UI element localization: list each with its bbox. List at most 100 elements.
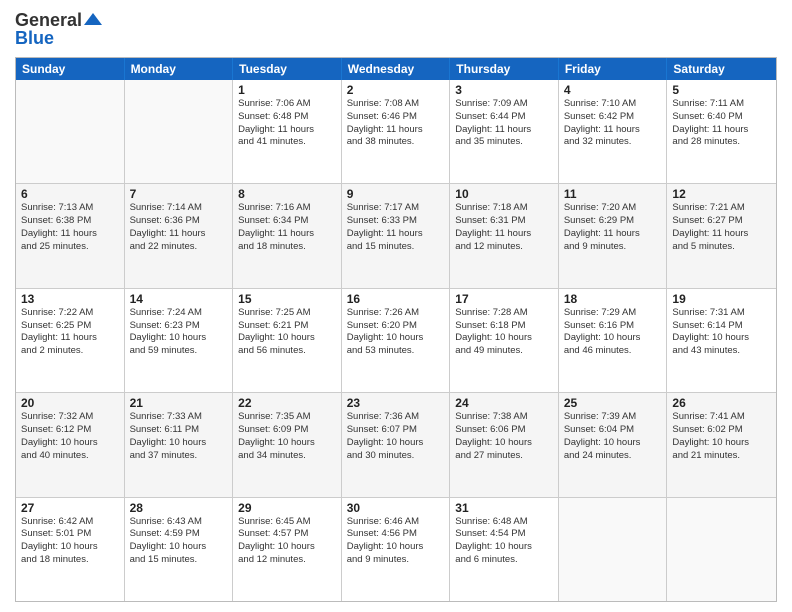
cell-info-line: and 28 minutes. bbox=[672, 136, 771, 149]
cell-info-line: Daylight: 10 hours bbox=[347, 437, 445, 450]
cell-info-line: Sunrise: 6:43 AM bbox=[130, 516, 228, 529]
cell-info-line: Sunset: 6:34 PM bbox=[238, 215, 336, 228]
cell-info-line: Sunset: 6:02 PM bbox=[672, 424, 771, 437]
calendar-cell-3: 3Sunrise: 7:09 AMSunset: 6:44 PMDaylight… bbox=[450, 80, 559, 183]
calendar-cell-29: 29Sunrise: 6:45 AMSunset: 4:57 PMDayligh… bbox=[233, 498, 342, 601]
calendar-cell-11: 11Sunrise: 7:20 AMSunset: 6:29 PMDayligh… bbox=[559, 184, 668, 287]
cell-info-line: Daylight: 11 hours bbox=[347, 124, 445, 137]
day-number: 10 bbox=[455, 187, 553, 201]
cell-info-line: Sunset: 6:42 PM bbox=[564, 111, 662, 124]
cell-info-line: Sunset: 6:36 PM bbox=[130, 215, 228, 228]
day-number: 13 bbox=[21, 292, 119, 306]
cell-info-line: Sunset: 6:11 PM bbox=[130, 424, 228, 437]
cell-info-line: Sunrise: 7:10 AM bbox=[564, 98, 662, 111]
day-number: 14 bbox=[130, 292, 228, 306]
cell-info-line: Sunset: 4:57 PM bbox=[238, 528, 336, 541]
day-header-wednesday: Wednesday bbox=[342, 58, 451, 80]
cell-info-line: and 12 minutes. bbox=[238, 554, 336, 567]
cell-info-line: Daylight: 11 hours bbox=[238, 228, 336, 241]
calendar-cell-empty-4-6 bbox=[667, 498, 776, 601]
cell-info-line: Daylight: 10 hours bbox=[130, 541, 228, 554]
cell-info-line: Sunset: 6:23 PM bbox=[130, 320, 228, 333]
cell-info-line: Sunrise: 7:06 AM bbox=[238, 98, 336, 111]
cell-info-line: and 56 minutes. bbox=[238, 345, 336, 358]
cell-info-line: Daylight: 10 hours bbox=[21, 541, 119, 554]
cell-info-line: and 24 minutes. bbox=[564, 450, 662, 463]
cell-info-line: Daylight: 10 hours bbox=[238, 437, 336, 450]
cell-info-line: Daylight: 11 hours bbox=[672, 228, 771, 241]
header: General Blue bbox=[15, 10, 777, 49]
day-number: 15 bbox=[238, 292, 336, 306]
cell-info-line: and 38 minutes. bbox=[347, 136, 445, 149]
calendar-cell-31: 31Sunrise: 6:48 AMSunset: 4:54 PMDayligh… bbox=[450, 498, 559, 601]
cell-info-line: Sunset: 6:21 PM bbox=[238, 320, 336, 333]
day-number: 20 bbox=[21, 396, 119, 410]
cell-info-line: and 25 minutes. bbox=[21, 241, 119, 254]
calendar-cell-27: 27Sunrise: 6:42 AMSunset: 5:01 PMDayligh… bbox=[16, 498, 125, 601]
cell-info-line: and 27 minutes. bbox=[455, 450, 553, 463]
cell-info-line: Sunset: 6:48 PM bbox=[238, 111, 336, 124]
cell-info-line: Sunset: 6:04 PM bbox=[564, 424, 662, 437]
cell-info-line: Sunset: 6:31 PM bbox=[455, 215, 553, 228]
day-number: 9 bbox=[347, 187, 445, 201]
cell-info-line: Daylight: 11 hours bbox=[21, 332, 119, 345]
day-header-sunday: Sunday bbox=[16, 58, 125, 80]
cell-info-line: Sunrise: 6:46 AM bbox=[347, 516, 445, 529]
day-number: 5 bbox=[672, 83, 771, 97]
calendar-cell-empty-4-5 bbox=[559, 498, 668, 601]
cell-info-line: Sunset: 6:29 PM bbox=[564, 215, 662, 228]
cell-info-line: Sunrise: 7:26 AM bbox=[347, 307, 445, 320]
day-number: 12 bbox=[672, 187, 771, 201]
calendar-cell-1: 1Sunrise: 7:06 AMSunset: 6:48 PMDaylight… bbox=[233, 80, 342, 183]
cell-info-line: Sunrise: 7:33 AM bbox=[130, 411, 228, 424]
cell-info-line: and 9 minutes. bbox=[564, 241, 662, 254]
cell-info-line: and 46 minutes. bbox=[564, 345, 662, 358]
calendar-row-0: 1Sunrise: 7:06 AMSunset: 6:48 PMDaylight… bbox=[16, 80, 776, 183]
cell-info-line: Daylight: 10 hours bbox=[455, 332, 553, 345]
calendar-cell-18: 18Sunrise: 7:29 AMSunset: 6:16 PMDayligh… bbox=[559, 289, 668, 392]
day-number: 7 bbox=[130, 187, 228, 201]
cell-info-line: Sunset: 4:59 PM bbox=[130, 528, 228, 541]
calendar-cell-empty-0-1 bbox=[125, 80, 234, 183]
cell-info-line: Sunrise: 7:08 AM bbox=[347, 98, 445, 111]
cell-info-line: Sunrise: 7:17 AM bbox=[347, 202, 445, 215]
page: General Blue SundayMondayTuesdayWednesda… bbox=[0, 0, 792, 612]
cell-info-line: and 21 minutes. bbox=[672, 450, 771, 463]
day-number: 25 bbox=[564, 396, 662, 410]
cell-info-line: Daylight: 11 hours bbox=[347, 228, 445, 241]
day-number: 26 bbox=[672, 396, 771, 410]
calendar-cell-20: 20Sunrise: 7:32 AMSunset: 6:12 PMDayligh… bbox=[16, 393, 125, 496]
calendar-cell-12: 12Sunrise: 7:21 AMSunset: 6:27 PMDayligh… bbox=[667, 184, 776, 287]
cell-info-line: and 37 minutes. bbox=[130, 450, 228, 463]
calendar-header: SundayMondayTuesdayWednesdayThursdayFrid… bbox=[16, 58, 776, 80]
cell-info-line: Sunset: 6:16 PM bbox=[564, 320, 662, 333]
cell-info-line: Sunrise: 6:45 AM bbox=[238, 516, 336, 529]
calendar-cell-24: 24Sunrise: 7:38 AMSunset: 6:06 PMDayligh… bbox=[450, 393, 559, 496]
cell-info-line: Sunset: 6:33 PM bbox=[347, 215, 445, 228]
cell-info-line: Sunrise: 7:41 AM bbox=[672, 411, 771, 424]
cell-info-line: Sunrise: 7:32 AM bbox=[21, 411, 119, 424]
cell-info-line: Daylight: 11 hours bbox=[564, 124, 662, 137]
cell-info-line: Daylight: 11 hours bbox=[130, 228, 228, 241]
cell-info-line: Sunset: 6:14 PM bbox=[672, 320, 771, 333]
day-number: 16 bbox=[347, 292, 445, 306]
cell-info-line: Sunrise: 7:13 AM bbox=[21, 202, 119, 215]
cell-info-line: Sunset: 6:38 PM bbox=[21, 215, 119, 228]
cell-info-line: Sunset: 6:27 PM bbox=[672, 215, 771, 228]
calendar-cell-5: 5Sunrise: 7:11 AMSunset: 6:40 PMDaylight… bbox=[667, 80, 776, 183]
cell-info-line: Sunrise: 7:21 AM bbox=[672, 202, 771, 215]
cell-info-line: Daylight: 10 hours bbox=[238, 332, 336, 345]
calendar-cell-22: 22Sunrise: 7:35 AMSunset: 6:09 PMDayligh… bbox=[233, 393, 342, 496]
cell-info-line: and 12 minutes. bbox=[455, 241, 553, 254]
cell-info-line: Sunrise: 7:20 AM bbox=[564, 202, 662, 215]
cell-info-line: Sunrise: 6:48 AM bbox=[455, 516, 553, 529]
cell-info-line: Daylight: 10 hours bbox=[130, 332, 228, 345]
calendar-cell-9: 9Sunrise: 7:17 AMSunset: 6:33 PMDaylight… bbox=[342, 184, 451, 287]
cell-info-line: Sunrise: 7:09 AM bbox=[455, 98, 553, 111]
calendar-cell-7: 7Sunrise: 7:14 AMSunset: 6:36 PMDaylight… bbox=[125, 184, 234, 287]
cell-info-line: and 53 minutes. bbox=[347, 345, 445, 358]
calendar-cell-2: 2Sunrise: 7:08 AMSunset: 6:46 PMDaylight… bbox=[342, 80, 451, 183]
calendar-row-1: 6Sunrise: 7:13 AMSunset: 6:38 PMDaylight… bbox=[16, 183, 776, 287]
cell-info-line: Daylight: 10 hours bbox=[347, 332, 445, 345]
calendar-cell-14: 14Sunrise: 7:24 AMSunset: 6:23 PMDayligh… bbox=[125, 289, 234, 392]
